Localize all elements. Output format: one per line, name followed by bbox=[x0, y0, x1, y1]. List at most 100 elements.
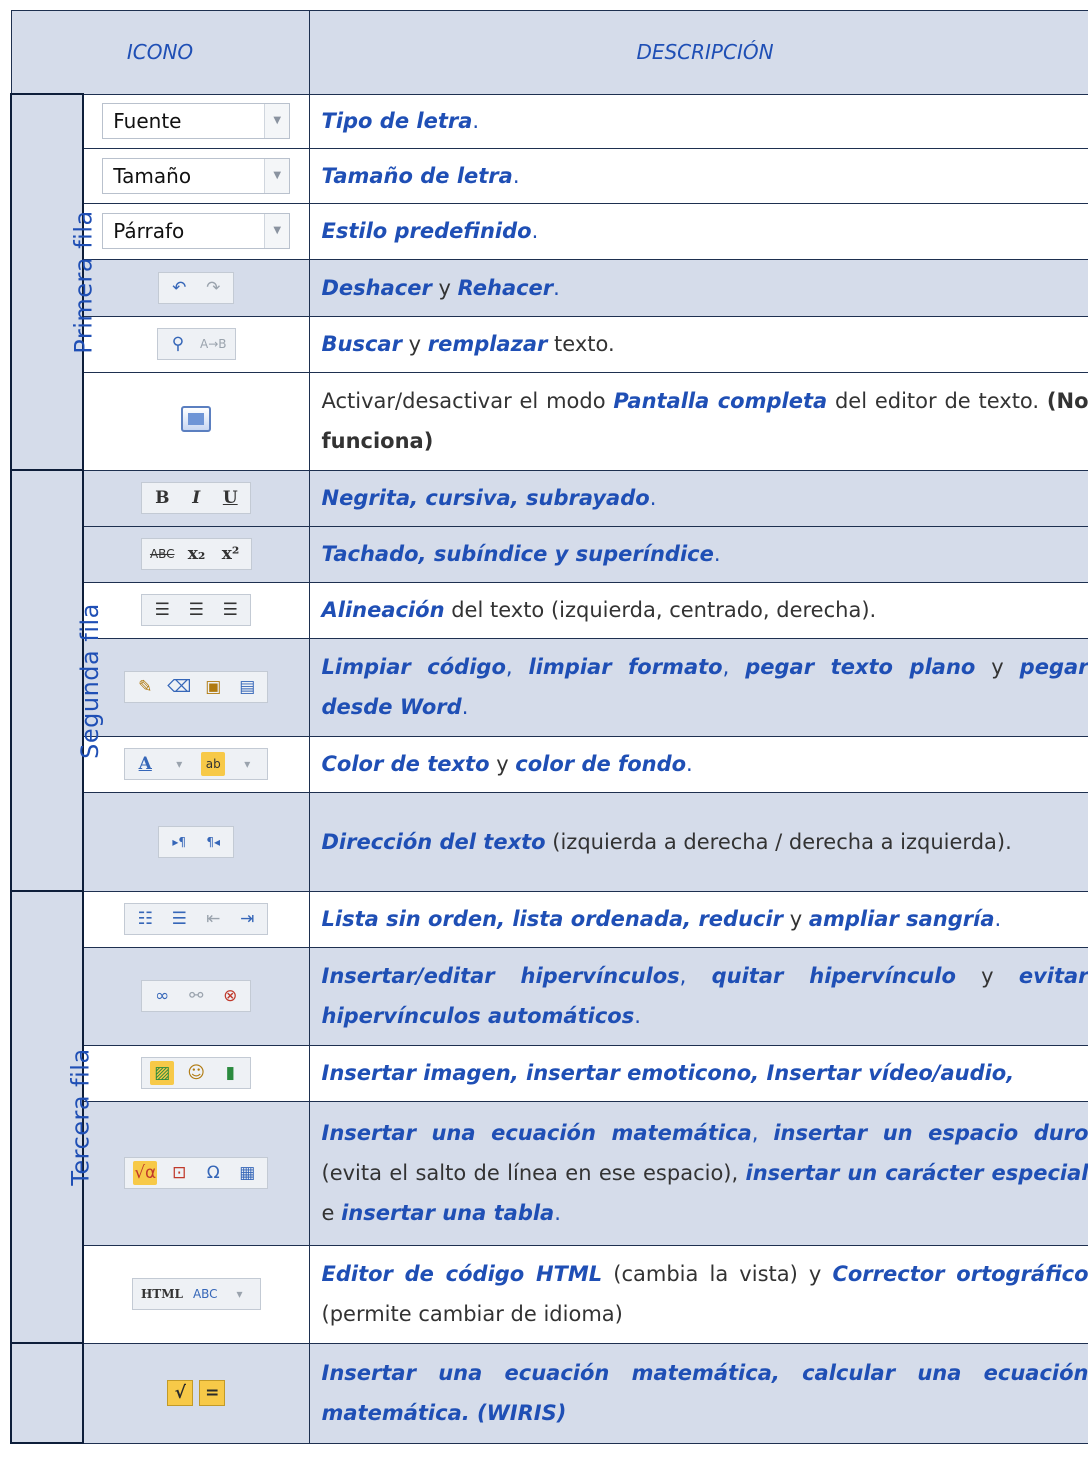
keyword: Estilo predefinido bbox=[321, 219, 532, 243]
keyword: color de fondo bbox=[515, 752, 687, 776]
icon-cell: Tamaño ▼ bbox=[82, 147, 310, 204]
emoticon-icon[interactable]: ☺ bbox=[184, 1061, 208, 1085]
icon-cell: A ▾ ab ▾ bbox=[82, 735, 310, 793]
bullet-list-icon[interactable]: ☷ bbox=[133, 907, 157, 931]
rtl-icon[interactable]: ¶◂ bbox=[201, 830, 225, 854]
replace-icon[interactable]: A→B bbox=[200, 332, 227, 356]
font-dropdown[interactable]: Fuente ▼ bbox=[102, 103, 291, 139]
undo-icon[interactable]: ↶ bbox=[167, 276, 191, 300]
text-color-icon[interactable]: A bbox=[133, 752, 157, 776]
equation-icon[interactable]: √α bbox=[133, 1161, 158, 1185]
row-media: ▨ ☺ ▮ Insertar imagen, insertar emoticono,… bbox=[11, 1044, 1088, 1102]
toolbar-reference-table: ICONO DESCRIPCIÓN Primera fila Fuente ▼ T… bbox=[10, 10, 1088, 1444]
chevron-down-icon[interactable]: ▾ bbox=[167, 752, 191, 776]
icon-cell: ▸¶ ¶◂ bbox=[82, 791, 310, 892]
keyword: Insertar una ecuación matemática bbox=[321, 1121, 752, 1145]
description-cell: Buscar y remplazar texto. bbox=[308, 315, 1088, 373]
section-label: Segunda fila bbox=[75, 602, 104, 759]
size-dropdown[interactable]: Tamaño ▼ bbox=[102, 157, 291, 194]
strikethrough-icon[interactable]: ABC bbox=[150, 542, 175, 566]
superscript-icon[interactable]: x² bbox=[219, 542, 243, 566]
icon-cell: √α ⊡ Ω ▦ bbox=[82, 1100, 310, 1246]
description-cell: Tamaño de letra. bbox=[308, 147, 1088, 204]
text: y bbox=[783, 907, 809, 931]
icon-cell: ✎ ⌫ ▣ ▤ bbox=[82, 637, 310, 737]
description-cell: Tachado, subíndice y superíndice. bbox=[308, 525, 1088, 583]
icon-cell: ⚲ A→B bbox=[82, 315, 310, 373]
prevent-autolink-icon[interactable]: ⊗ bbox=[218, 984, 242, 1008]
section-wiris bbox=[10, 1342, 84, 1444]
align-center-icon[interactable]: ☰ bbox=[184, 598, 208, 622]
wiris-calc-icon[interactable]: = bbox=[199, 1380, 226, 1406]
indent-icon[interactable]: ⇥ bbox=[235, 907, 259, 931]
text: y bbox=[975, 655, 1020, 679]
keyword: Corrector ortográfico bbox=[832, 1262, 1088, 1286]
list-strip: ☷ ☰ ⇤ ⇥ bbox=[124, 903, 269, 935]
ltr-icon[interactable]: ▸¶ bbox=[167, 830, 191, 854]
link-icon[interactable]: ∞ bbox=[150, 984, 174, 1008]
section-tercera-fila: Tercera fila bbox=[10, 890, 95, 1344]
icon-cell: ☰ ☰ ☰ bbox=[82, 581, 310, 639]
description-cell: Insertar una ecuación matemática, insert… bbox=[308, 1100, 1088, 1246]
image-icon[interactable]: ▨ bbox=[150, 1061, 175, 1085]
text: y bbox=[955, 964, 1019, 988]
text: . bbox=[713, 542, 721, 566]
keyword: Tamaño de letra bbox=[321, 163, 513, 188]
row-font: Primera fila Fuente ▼ Tipo de letra. bbox=[10, 93, 1088, 471]
align-right-icon[interactable]: ☰ bbox=[218, 598, 242, 622]
row-alignment: ☰ ☰ ☰ Alineación del texto (izquierda, cen… bbox=[11, 581, 1088, 639]
outdent-icon[interactable]: ⇤ bbox=[201, 907, 225, 931]
section-label: Primera fila bbox=[69, 210, 98, 354]
binoculars-icon[interactable]: ⚲ bbox=[166, 332, 190, 356]
keyword: quitar hipervínculo bbox=[711, 964, 956, 988]
keyword: Negrita, cursiva, subrayado bbox=[321, 486, 650, 510]
chevron-down-icon[interactable]: ▾ bbox=[228, 1282, 252, 1306]
text: . bbox=[554, 1201, 561, 1225]
wiris-strip: √ = bbox=[161, 1377, 231, 1409]
row-lists: Tercera fila ☷ ☰ ⇤ ⇥ Lista sin orden, lista… bbox=[10, 890, 1088, 1344]
icon-cell: HTML ABC ▾ bbox=[82, 1244, 310, 1344]
eraser-icon[interactable]: ⌫ bbox=[167, 675, 191, 699]
keyword: Lista sin orden, lista ordenada, reducir bbox=[321, 907, 784, 931]
keyword: Tachado, subíndice y superíndice bbox=[321, 542, 714, 566]
redo-icon[interactable]: ↷ bbox=[201, 276, 225, 300]
align-left-icon[interactable]: ☰ bbox=[150, 598, 174, 622]
text: del editor de texto. bbox=[827, 389, 1047, 413]
fullscreen-icon[interactable] bbox=[181, 406, 212, 432]
description-cell: Limpiar código, limpiar formato, pegar t… bbox=[308, 637, 1088, 737]
keyword: limpiar formato bbox=[528, 655, 723, 679]
alignment-strip: ☰ ☰ ☰ bbox=[141, 594, 252, 626]
row-clean-paste: ✎ ⌫ ▣ ▤ Limpiar código, limpiar formato, pe… bbox=[11, 637, 1088, 737]
description-cell: Editor de código HTML (cambia la vista) … bbox=[308, 1244, 1088, 1344]
keyword: pegar texto plano bbox=[745, 655, 976, 679]
color-strip: A ▾ ab ▾ bbox=[124, 748, 269, 780]
format-dropdown[interactable]: Párrafo ▼ bbox=[102, 213, 291, 249]
description-column-header: DESCRIPCIÓN bbox=[308, 10, 1088, 95]
video-icon[interactable]: ▮ bbox=[218, 1061, 242, 1085]
text: , bbox=[505, 655, 529, 679]
numbered-list-icon[interactable]: ☰ bbox=[167, 907, 191, 931]
paste-word-icon[interactable]: ▤ bbox=[235, 675, 259, 699]
description-cell: Insertar imagen, insertar emoticono, Ins… bbox=[308, 1044, 1088, 1102]
brush-icon[interactable]: ✎ bbox=[133, 675, 157, 699]
background-color-icon[interactable]: ab bbox=[201, 752, 226, 776]
description-cell: Dirección del texto (izquierda a derecha… bbox=[308, 791, 1088, 892]
direction-strip: ▸¶ ¶◂ bbox=[158, 825, 235, 858]
keyword: Editor de código HTML bbox=[321, 1262, 603, 1286]
spellcheck-icon[interactable]: ABC bbox=[193, 1282, 218, 1306]
wiris-formula-icon[interactable]: √ bbox=[167, 1380, 194, 1406]
table-icon[interactable]: ▦ bbox=[235, 1161, 259, 1185]
underline-icon[interactable]: U bbox=[218, 486, 242, 510]
italic-icon[interactable]: I bbox=[184, 486, 208, 510]
subscript-icon[interactable]: x₂ bbox=[185, 542, 209, 566]
chevron-down-icon[interactable]: ▾ bbox=[235, 752, 259, 776]
paste-text-icon[interactable]: ▣ bbox=[201, 675, 225, 699]
unlink-icon[interactable]: ⚯ bbox=[184, 984, 208, 1008]
special-char-icon[interactable]: Ω bbox=[201, 1161, 225, 1185]
text: . bbox=[461, 695, 469, 719]
icon-cell: ↶ ↷ bbox=[82, 258, 310, 317]
bold-icon[interactable]: B bbox=[150, 486, 174, 510]
icon-cell: BIU bbox=[82, 469, 310, 527]
html-editor-icon[interactable]: HTML bbox=[141, 1282, 183, 1306]
nonbreaking-space-icon[interactable]: ⊡ bbox=[167, 1161, 191, 1185]
